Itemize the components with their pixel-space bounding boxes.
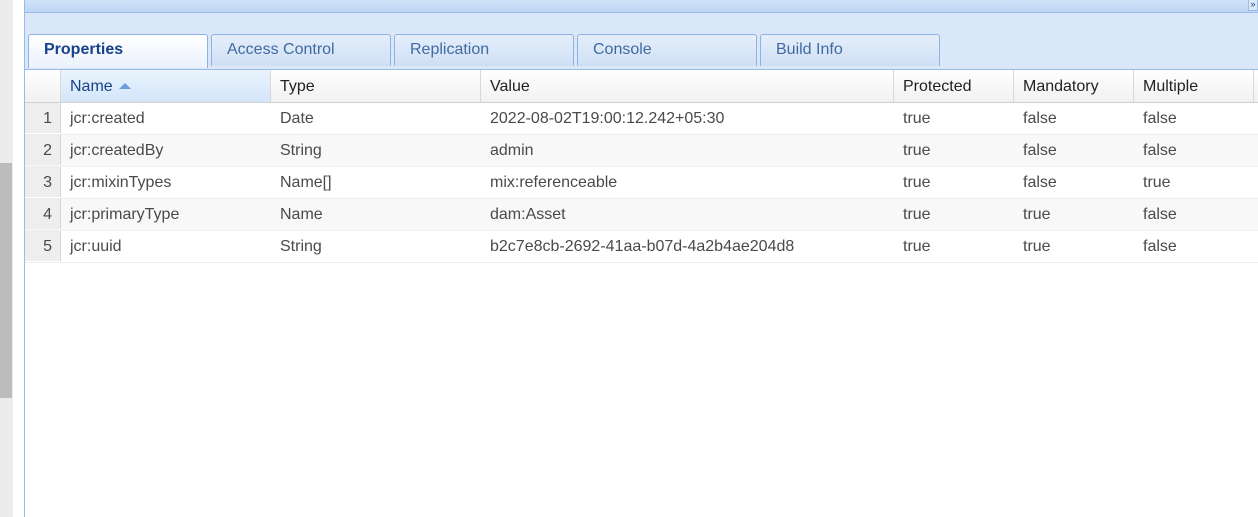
left-scrollbar-thumb[interactable] — [0, 163, 12, 398]
cell-protected: true — [903, 110, 931, 127]
row-number-header — [25, 70, 61, 102]
cell-mandatory: true — [1023, 238, 1051, 255]
tab-label: Properties — [44, 41, 124, 58]
row-number: 5 — [25, 231, 61, 261]
grid-header: Name Type Value Protected Mandatory Mult… — [25, 70, 1258, 103]
tab-properties[interactable]: Properties — [28, 34, 208, 68]
tab-strip: Properties Access Control Replication Co… — [25, 13, 1258, 70]
tab-access-control[interactable]: Access Control — [211, 34, 391, 66]
row-number: 4 — [25, 199, 61, 229]
cell-type: Name[] — [280, 174, 332, 191]
column-header-label: Name — [70, 78, 113, 95]
collapse-tool-icon[interactable]: » — [1248, 0, 1258, 11]
cell-protected: true — [903, 206, 931, 223]
column-header-label: Multiple — [1143, 78, 1199, 95]
cell-multiple: false — [1143, 110, 1177, 127]
tab-console[interactable]: Console — [577, 34, 757, 66]
cell-name: jcr:created — [70, 110, 145, 127]
column-header-value[interactable]: Value — [481, 70, 894, 102]
tab-label: Console — [593, 41, 652, 58]
column-header-label: Protected — [903, 78, 972, 95]
cell-multiple: true — [1143, 174, 1171, 191]
cell-protected: true — [903, 174, 931, 191]
tab-label: Access Control — [227, 41, 335, 58]
tab-label: Replication — [410, 41, 490, 58]
left-panel-gutter — [0, 0, 13, 517]
tab-build-info[interactable]: Build Info — [760, 34, 940, 66]
column-header-label: Value — [490, 78, 530, 95]
row-number: 3 — [25, 167, 61, 197]
cell-protected: true — [903, 238, 931, 255]
cell-mandatory: true — [1023, 206, 1051, 223]
cell-value: mix:referenceable — [490, 174, 618, 191]
table-row[interactable]: 5 jcr:uuid String b2c7e8cb-2692-41aa-b07… — [25, 231, 1258, 263]
cell-mandatory: false — [1023, 142, 1057, 159]
cell-value: b2c7e8cb-2692-41aa-b07d-4a2b4ae204d8 — [490, 238, 795, 255]
grid-body: 1 jcr:created Date 2022-08-02T19:00:12.2… — [25, 103, 1258, 263]
cell-value: admin — [490, 142, 534, 159]
column-header-type[interactable]: Type — [271, 70, 481, 102]
cell-type: Date — [280, 110, 314, 127]
sort-ascending-icon — [118, 83, 131, 89]
row-number: 2 — [25, 135, 61, 165]
table-row[interactable]: 4 jcr:primaryType Name dam:Asset true tr… — [25, 199, 1258, 231]
cell-type: String — [280, 238, 322, 255]
cell-value: dam:Asset — [490, 206, 566, 223]
column-header-label: Mandatory — [1023, 78, 1099, 95]
cell-type: Name — [280, 206, 323, 223]
cell-name: jcr:primaryType — [70, 206, 180, 223]
column-header-name[interactable]: Name — [61, 70, 271, 102]
column-header-label: Type — [280, 78, 315, 95]
cell-name: jcr:createdBy — [70, 142, 164, 159]
cell-value: 2022-08-02T19:00:12.242+05:30 — [490, 110, 725, 127]
table-row[interactable]: 2 jcr:createdBy String admin true false … — [25, 135, 1258, 167]
table-row[interactable]: 3 jcr:mixinTypes Name[] mix:referenceabl… — [25, 167, 1258, 199]
cell-mandatory: false — [1023, 174, 1057, 191]
column-header-protected[interactable]: Protected — [894, 70, 1014, 102]
column-header-multiple[interactable]: Multiple — [1134, 70, 1254, 102]
row-number: 1 — [25, 103, 61, 133]
panel-header-strip: » — [25, 0, 1258, 13]
cell-protected: true — [903, 142, 931, 159]
cell-multiple: false — [1143, 142, 1177, 159]
cell-multiple: false — [1143, 238, 1177, 255]
cell-name: jcr:uuid — [70, 238, 122, 255]
column-header-mandatory[interactable]: Mandatory — [1014, 70, 1134, 102]
cell-mandatory: false — [1023, 110, 1057, 127]
tab-replication[interactable]: Replication — [394, 34, 574, 66]
cell-type: String — [280, 142, 322, 159]
table-row[interactable]: 1 jcr:created Date 2022-08-02T19:00:12.2… — [25, 103, 1258, 135]
cell-name: jcr:mixinTypes — [70, 174, 172, 191]
cell-multiple: false — [1143, 206, 1177, 223]
tab-label: Build Info — [776, 41, 843, 58]
